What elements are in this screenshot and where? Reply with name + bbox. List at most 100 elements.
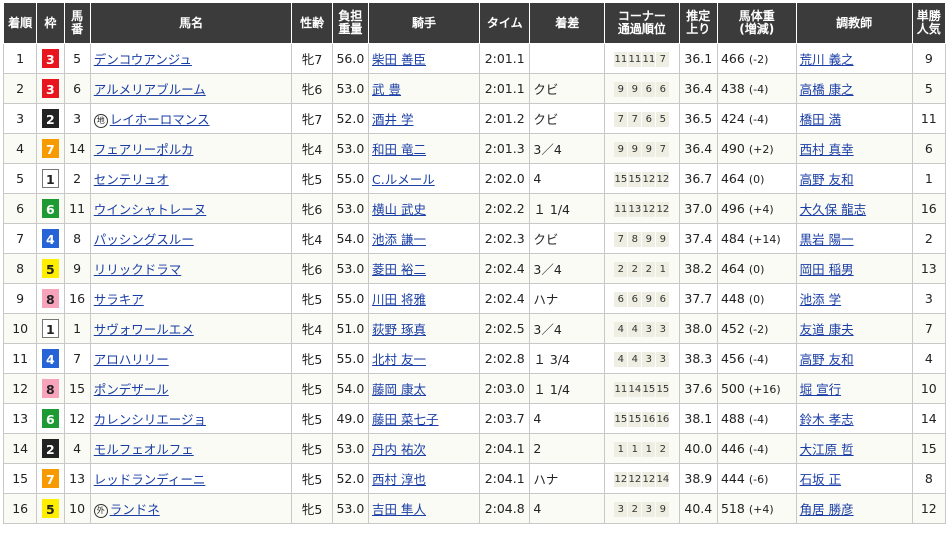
horse-name-link[interactable]: サラキア <box>94 292 144 307</box>
header-number: 馬番 <box>63 3 91 44</box>
jockey-link[interactable]: 藤岡 康太 <box>372 382 426 397</box>
popularity-cell: 7 <box>911 313 947 344</box>
body-weight: 466 <box>720 51 745 66</box>
trainer-cell: 高野 友和 <box>795 343 913 374</box>
table-row: 2 3 6 アルメリアブルーム 牝6 53.0 武 豊 2:01.1 クビ 9 9 6 6 36.4 438… <box>2 73 947 104</box>
trainer-link[interactable]: 岡田 稲男 <box>800 262 854 277</box>
corner-positions-cell: 4433 <box>604 343 680 374</box>
time-cell: 2:01.2 <box>478 103 531 134</box>
time-cell: 2:02.8 <box>478 343 531 374</box>
trainer-link[interactable]: 高野 友和 <box>800 352 854 367</box>
jockey-link[interactable]: 丹内 祐次 <box>372 442 426 457</box>
weight-carried-cell: 52.0 <box>331 103 370 134</box>
jockey-link[interactable]: 酒井 学 <box>372 112 413 127</box>
trainer-link[interactable]: 黒岩 陽一 <box>800 232 854 247</box>
jockey-link[interactable]: 川田 将雅 <box>372 292 426 307</box>
popularity-cell: 10 <box>911 373 947 404</box>
jockey-link[interactable]: 荻野 琢真 <box>372 322 426 337</box>
horse-name-link[interactable]: レッドランディーニ <box>94 472 206 487</box>
horse-name-link[interactable]: アルメリアブルーム <box>94 82 206 97</box>
horse-name-cell: フェアリーポルカ <box>89 133 293 164</box>
horse-name-link[interactable]: ポンデザール <box>94 382 169 397</box>
horse-name-cell: カレンシリエージョ <box>89 403 293 434</box>
header-weight-carried: 負担 重量 <box>331 3 370 44</box>
body-weight-cell: 490 (+2) <box>716 133 797 164</box>
corner-position: 3 <box>656 352 670 367</box>
horse-name-link[interactable]: フェアリーポルカ <box>94 142 194 157</box>
jockey-link[interactable]: 西村 淳也 <box>372 472 426 487</box>
horse-name-link[interactable]: アロハリリー <box>94 352 169 367</box>
jockey-link[interactable]: 吉田 隼人 <box>372 502 426 517</box>
trainer-link[interactable]: 高橋 康之 <box>800 82 854 97</box>
weight-carried-cell: 53.0 <box>331 253 370 284</box>
time-cell: 2:02.5 <box>478 313 531 344</box>
trainer-link[interactable]: 堀 宣行 <box>800 382 841 397</box>
horse-name-link[interactable]: レイホーロマンス <box>110 112 210 127</box>
horse-number-cell: 1 <box>63 313 91 344</box>
corner-position: 9 <box>628 82 642 97</box>
waku-cell: 2 <box>36 433 65 464</box>
waku-cell: 3 <box>36 43 65 74</box>
trainer-link[interactable]: 橋田 満 <box>800 112 841 127</box>
horse-number-cell: 3 <box>63 103 91 134</box>
trainer-link[interactable]: 高野 友和 <box>800 172 854 187</box>
trainer-link[interactable]: 池添 学 <box>800 292 841 307</box>
corner-positions: 15 15 12 12 <box>614 172 670 187</box>
body-weight-cell: 446 (-4) <box>716 433 797 464</box>
jockey-link[interactable]: C.ルメール <box>372 172 435 187</box>
trainer-link[interactable]: 西村 真幸 <box>800 142 854 157</box>
margin-cell: １ 1/4 <box>529 373 606 404</box>
waku-badge: 7 <box>41 139 59 158</box>
corner-position: 15 <box>628 412 642 427</box>
header-row: 着順 枠 馬番 馬名 性齢 負担 重量 騎手 タイム 着差 コーナー 通過順位 推定… <box>2 3 947 44</box>
jockey-cell: 和田 竜二 <box>368 133 480 164</box>
horse-origin-mark-icon: 外 <box>93 504 108 518</box>
corner-position: 7 <box>656 142 670 157</box>
weight-carried-cell: 51.0 <box>331 313 370 344</box>
jockey-link[interactable]: 藤田 菜七子 <box>372 412 438 427</box>
horse-name-link[interactable]: リリックドラマ <box>94 262 182 277</box>
corner-position: 14 <box>628 382 642 397</box>
waku-badge: 6 <box>41 199 59 218</box>
trainer-link[interactable]: 荒川 義之 <box>800 52 854 67</box>
waku-badge: 8 <box>41 289 59 308</box>
rank-cell: 5 <box>2 163 38 194</box>
jockey-cell: 酒井 学 <box>368 103 480 134</box>
sex-age-cell: 牝5 <box>291 343 333 374</box>
header-rank: 着順 <box>2 3 38 44</box>
horse-name-link[interactable]: センテリュオ <box>94 172 169 187</box>
trainer-link[interactable]: 角居 勝彦 <box>800 502 854 517</box>
horse-name-link[interactable]: ランドネ <box>110 502 160 517</box>
horse-name-link[interactable]: カレンシリエージョ <box>94 412 206 427</box>
time-cell: 2:01.1 <box>478 73 531 104</box>
corner-position: 9 <box>614 142 628 157</box>
jockey-link[interactable]: 池添 謙一 <box>372 232 426 247</box>
corner-position: 7 <box>614 232 628 247</box>
waku-badge: 5 <box>41 259 59 278</box>
horse-name-link[interactable]: サヴォワールエメ <box>94 322 194 337</box>
weight-carried-cell: 53.0 <box>331 493 370 524</box>
jockey-link[interactable]: 菱田 裕二 <box>372 262 426 277</box>
trainer-link[interactable]: 鈴木 孝志 <box>800 412 854 427</box>
horse-name-link[interactable]: ウインシャトレーヌ <box>94 202 207 217</box>
horse-number-cell: 9 <box>63 253 91 284</box>
jockey-link[interactable]: 武 豊 <box>372 82 401 97</box>
trainer-link[interactable]: 石坂 正 <box>800 472 841 487</box>
corner-position: 1 <box>642 442 656 457</box>
jockey-link[interactable]: 北村 友一 <box>372 352 426 367</box>
sex-age-cell: 牝7 <box>291 43 333 74</box>
waku-cell: 8 <box>36 373 65 404</box>
corner-positions-cell: 15 15 12 12 <box>604 163 680 194</box>
trainer-link[interactable]: 友道 康夫 <box>800 322 854 337</box>
corner-position: 6 <box>656 292 670 307</box>
table-row: 6 6 11 ウインシャトレーヌ 牝6 53.0 横山 武史 2:02.2 １ 1/4 11 13 1… <box>2 193 947 224</box>
trainer-link[interactable]: 大久保 龍志 <box>800 202 866 217</box>
jockey-link[interactable]: 和田 竜二 <box>372 142 426 157</box>
horse-name-link[interactable]: デンコウアンジュ <box>94 52 192 67</box>
jockey-link[interactable]: 横山 武史 <box>372 202 426 217</box>
trainer-link[interactable]: 大江原 哲 <box>800 442 854 457</box>
horse-name-link[interactable]: パッシングスルー <box>94 232 194 247</box>
jockey-link[interactable]: 柴田 善臣 <box>372 52 426 67</box>
header-sex-age: 性齢 <box>291 3 333 44</box>
horse-name-link[interactable]: モルフェオルフェ <box>94 442 194 457</box>
